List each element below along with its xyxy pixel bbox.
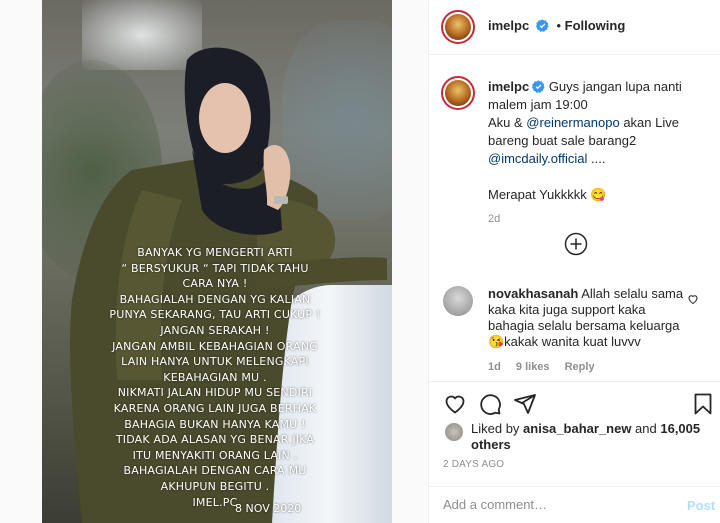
caption-time[interactable]: 2d: [488, 210, 710, 228]
story-date: 8 NOV 2020: [235, 502, 302, 515]
story-line: KARENA ORANG LAIN JUGA BERHAK: [113, 401, 317, 415]
story-line: BAHAGIALAH DENGAN YG KALIAN: [119, 292, 311, 306]
story-line: BANYAK YG MENGERTI ARTI: [137, 246, 293, 259]
add-comment-bar: Post: [429, 486, 720, 523]
comment-likes[interactable]: 9 likes: [516, 361, 550, 373]
caption-avatar[interactable]: [441, 76, 475, 110]
story-line: JANGAN AMBIL KEBAHAGIAN ORANG: [112, 339, 318, 353]
comment-input[interactable]: [443, 497, 663, 512]
caption-line-3: Merapat Yukkkkk 😋: [488, 187, 607, 202]
reply-button[interactable]: Reply: [565, 361, 595, 373]
post-date[interactable]: 2 DAYS AGO: [443, 459, 504, 470]
story-line: JANGAN SERAKAH !: [160, 323, 270, 337]
verified-badge-icon: [532, 80, 545, 93]
post-button[interactable]: Post: [687, 498, 715, 513]
like-icon[interactable]: [443, 392, 467, 416]
story-line: KEBAHAGIAN MU .: [163, 370, 267, 384]
share-icon[interactable]: [513, 392, 537, 416]
instagram-post: BANYAK YG MENGERTI ARTI “ BERSYUKUR “ TA…: [0, 0, 720, 523]
author-username[interactable]: imelpc: [488, 18, 529, 33]
comment-icon[interactable]: [478, 392, 502, 416]
story-line: LAIN HANYA UNTUK MELENGKAPI: [121, 355, 309, 369]
story-line: “ BERSYUKUR “ TAPI TIDAK TAHU: [121, 261, 309, 275]
story-line: AKHUPUN BEGITU .: [160, 479, 270, 493]
action-bar: [429, 381, 720, 423]
story-line: CARA NYA !: [182, 277, 248, 291]
story-line: NIKMATI JALAN HIDUP MU SENDIRI: [117, 386, 313, 400]
post-media[interactable]: BANYAK YG MENGERTI ARTI “ BERSYUKUR “ TA…: [0, 0, 428, 523]
comment-like-icon[interactable]: [687, 293, 699, 305]
story-line: ITU MENYAKITI ORANG LAIN .: [132, 448, 298, 462]
load-more-comments-icon[interactable]: [564, 232, 588, 256]
story-line: BAHAGIALAH DENGAN CARA MU: [123, 464, 307, 478]
story-line: PUNYA SEKARANG, TAU ARTI CUKUP !: [109, 308, 321, 322]
caption-text: imelpc Guys jangan lupa nanti malem jam …: [488, 78, 710, 228]
verified-badge-icon: [535, 19, 549, 32]
story-text-overlay: BANYAK YG MENGERTI ARTI “ BERSYUKUR “ TA…: [100, 245, 330, 510]
commenter-username[interactable]: novakhasanah: [488, 286, 578, 301]
save-bookmark-icon[interactable]: [691, 392, 715, 416]
post-header: imelpc • Following: [429, 0, 720, 55]
author-avatar[interactable]: [441, 10, 475, 44]
mention-link[interactable]: @imcdaily.official: [488, 151, 587, 166]
following-button[interactable]: Following: [565, 18, 626, 33]
mention-link[interactable]: @reinermanopo: [526, 115, 619, 130]
post-photo: BANYAK YG MENGERTI ARTI “ BERSYUKUR “ TA…: [42, 0, 392, 523]
follow-separator: •: [556, 18, 561, 33]
story-line: BAHAGIA BUKAN HANYA KAMU !: [124, 417, 306, 431]
caption-username[interactable]: imelpc: [488, 79, 529, 94]
post-sidebar: imelpc • Following imelpc Guys jangan lu…: [428, 0, 720, 523]
liker-avatar[interactable]: [445, 423, 463, 441]
comment-meta: 1d 9 likes Reply: [488, 361, 607, 373]
liker-username[interactable]: anisa_bahar_new: [523, 421, 631, 436]
comment-time[interactable]: 1d: [488, 361, 501, 373]
comment-text: novakhasanah Allah selalu sama kaka kita…: [488, 286, 684, 349]
story-line: TIDAK ADA ALASAN YG BENAR JIKA: [115, 433, 315, 447]
commenter-avatar[interactable]: [443, 286, 473, 316]
